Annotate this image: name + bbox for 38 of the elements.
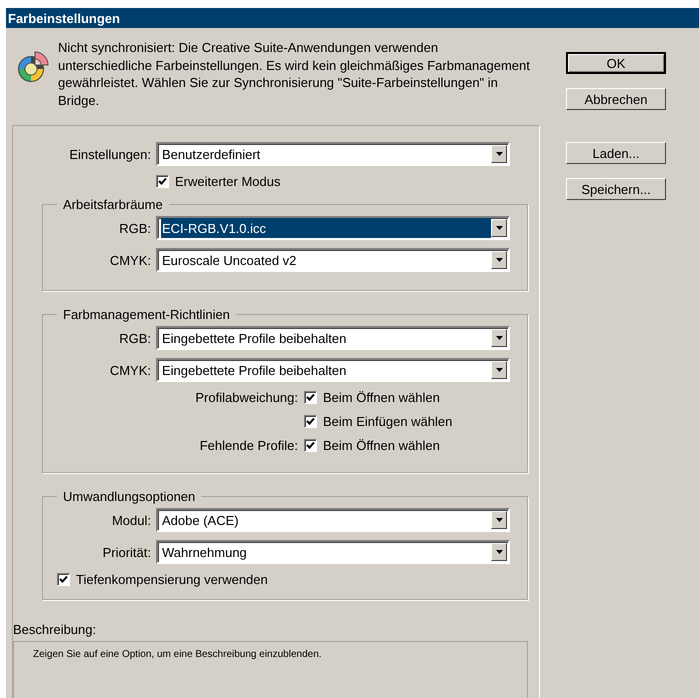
field-label: Priorität: <box>102 544 151 560</box>
profile-dropdown[interactable]: Eingebettete Profile beibehalten <box>156 358 510 382</box>
field-label: RGB: <box>118 220 151 236</box>
dialog-button[interactable]: OK <box>566 52 666 74</box>
field-label: CMYK: <box>108 252 151 268</box>
profile-dropdown[interactable]: Wahrnehmung <box>156 540 510 564</box>
profile-dropdown[interactable]: Eingebettete Profile beibehalten <box>156 326 510 350</box>
group-title: Farbmanagement-Richtlinien <box>62 307 231 322</box>
profile-dropdown[interactable]: Adobe (ACE) <box>156 508 510 532</box>
sync-warning-text: Nicht synchronisiert: Die Creative Suite-Anwendungen verwenden unterschiedliche Farbeinstellungen. Es wird kein gleichmäßiges Farbmanagement gewährleistet. Wählen Sie zur Synchronisierung "Suite-Farbeinstellungen" in Bridge. <box>58 39 531 109</box>
checkbox-label: Tiefenkompensierung verwenden <box>76 572 268 587</box>
checkbox[interactable] <box>304 391 317 404</box>
group-title: Umwandlungsoptionen <box>62 489 196 504</box>
checkbox[interactable] <box>156 175 169 188</box>
field-label: Fehlende Profile: <box>200 438 298 453</box>
field-label: Profilabweichung: <box>195 390 298 405</box>
dialog-button[interactable]: Abbrechen <box>566 88 666 110</box>
dialog-button[interactable]: Speichern... <box>566 178 666 200</box>
profile-dropdown[interactable]: Euroscale Uncoated v2 <box>156 248 510 272</box>
checkbox-label: Beim Einfügen wählen <box>323 414 452 429</box>
checkbox[interactable] <box>304 415 317 428</box>
group-title: Arbeitsfarbräume <box>62 197 164 212</box>
checkbox-label: Beim Öffnen wählen <box>323 438 440 453</box>
checkbox[interactable] <box>304 439 317 452</box>
checkbox-label: Erweiterter Modus <box>175 174 280 189</box>
description-label: Beschreibung: <box>13 622 98 637</box>
checkbox-label: Beim Öffnen wählen <box>323 390 440 405</box>
field-label: RGB: <box>118 330 151 346</box>
window-title: Farbeinstellungen <box>8 10 120 26</box>
dialog-button[interactable]: Laden... <box>566 142 666 164</box>
color-wheel-icon <box>16 50 50 84</box>
checkbox[interactable] <box>57 573 70 586</box>
description-text: Zeigen Sie auf eine Option, um eine Beschreibung einzublenden. <box>33 649 322 660</box>
settings-dropdown[interactable]: Benutzerdefiniert <box>156 142 510 166</box>
field-label: Einstellungen: <box>68 146 151 162</box>
field-label: CMYK: <box>108 362 151 378</box>
field-label: Modul: <box>110 512 151 528</box>
profile-dropdown[interactable]: ECI-RGB.V1.0.icc <box>156 216 510 240</box>
